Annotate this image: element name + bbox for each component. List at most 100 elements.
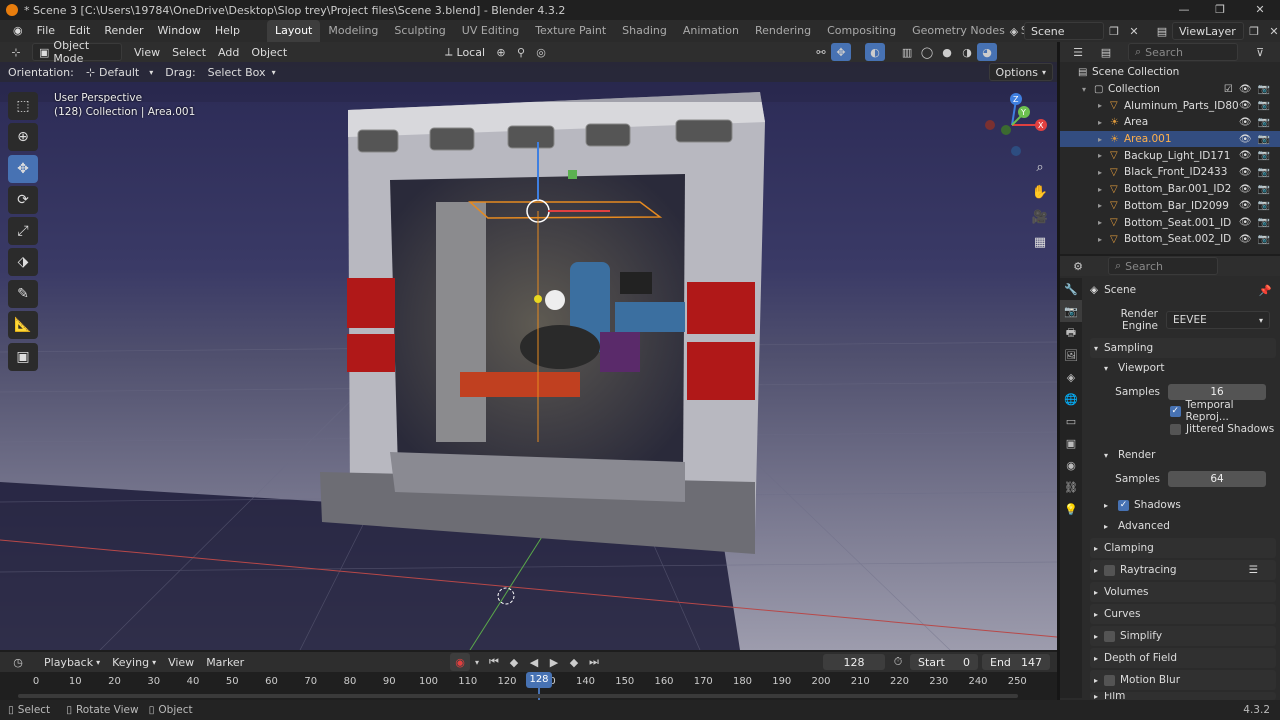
viewport-samples-field[interactable]: 16 bbox=[1168, 384, 1266, 400]
grid-perspective-icon[interactable]: ▦ bbox=[1030, 235, 1050, 257]
render-engine-dropdown[interactable]: EEVEE ▾ bbox=[1166, 311, 1270, 329]
panel-volumes[interactable]: ▸ Volumes bbox=[1090, 582, 1276, 602]
jittered-shadows-row[interactable]: Jittered Shadows bbox=[1090, 419, 1276, 439]
viewlayer-copy-icon[interactable]: ❐ bbox=[1244, 22, 1264, 40]
scene-remove-icon[interactable]: ✕ bbox=[1124, 22, 1144, 40]
menu-help[interactable]: Help bbox=[208, 20, 247, 42]
expand-arrow-icon[interactable]: ▸ bbox=[1098, 185, 1110, 194]
row-visibility-icons[interactable]: 👁📷 bbox=[1239, 217, 1276, 228]
scene-icon[interactable]: ◈ bbox=[1004, 22, 1024, 40]
transform-tool-icon[interactable]: ⬗ bbox=[8, 248, 38, 276]
area-divider[interactable] bbox=[1057, 42, 1060, 700]
pin-icon[interactable]: 📌 bbox=[1259, 284, 1272, 297]
tab-sculpting[interactable]: Sculpting bbox=[386, 20, 453, 42]
row-visibility-icons[interactable]: 👁📷 bbox=[1239, 200, 1276, 211]
scene-field[interactable]: Scene bbox=[1024, 22, 1104, 40]
view-layer-tab-icon[interactable]: 🖼 bbox=[1060, 344, 1082, 366]
blender-menu-icon[interactable]: ◉ bbox=[6, 20, 30, 42]
checkbox-unchecked-icon[interactable] bbox=[1170, 423, 1181, 435]
panel-sampling[interactable]: ▾ Sampling bbox=[1090, 338, 1276, 358]
playhead-frame-indicator[interactable]: 128 bbox=[526, 672, 552, 688]
tab-modeling[interactable]: Modeling bbox=[320, 20, 386, 42]
proportional-edit-icon[interactable]: ◎ bbox=[531, 43, 551, 61]
outliner-editor-icon[interactable]: ☰ bbox=[1068, 43, 1088, 61]
viewlayer-icon[interactable]: ▤ bbox=[1152, 22, 1172, 40]
cursor-tool-icon[interactable]: ⊕ bbox=[8, 123, 38, 151]
overlay-toggle-icon[interactable]: ◐ bbox=[865, 43, 886, 61]
outliner-row-object[interactable]: ▸ ▽ Bottom_Bar_ID2099 👁📷 bbox=[1060, 198, 1280, 215]
checkbox-checked-icon[interactable]: ✓ bbox=[1170, 405, 1181, 417]
render-samples-field[interactable]: 64 bbox=[1168, 471, 1266, 487]
timeline-track-area[interactable]: 0102030405060708090100110120130140150160… bbox=[0, 672, 1057, 700]
outliner-search[interactable]: ⌕ Search bbox=[1128, 43, 1238, 61]
shading-rendered-icon[interactable]: ◕ bbox=[977, 43, 998, 61]
expand-arrow-icon[interactable]: ▸ bbox=[1098, 201, 1110, 210]
tab-shading[interactable]: Shading bbox=[614, 20, 675, 42]
checkbox-unchecked-icon[interactable] bbox=[1104, 630, 1115, 642]
mode-dropdown[interactable]: ▣ Object Mode bbox=[32, 39, 122, 65]
list-icon[interactable]: ☰ bbox=[1249, 564, 1258, 576]
rotate-tool-icon[interactable]: ⟳ bbox=[8, 186, 38, 214]
pivot-point-icon[interactable]: ⊕ bbox=[491, 43, 511, 61]
outliner-row-collection[interactable]: ▾ ▢ Collection ☑👁📷 bbox=[1060, 81, 1280, 98]
row-visibility-icons[interactable]: 👁📷 bbox=[1239, 150, 1276, 161]
row-visibility-icons[interactable]: 👁📷 bbox=[1239, 100, 1276, 111]
row-visibility-icons[interactable]: 👁📷 bbox=[1239, 234, 1276, 245]
expand-arrow-icon[interactable]: ▸ bbox=[1098, 168, 1110, 177]
object-tab-icon[interactable]: ▣ bbox=[1060, 432, 1082, 454]
row-visibility-icons[interactable]: 👁📷 bbox=[1239, 184, 1276, 195]
viewlayer-remove-icon[interactable]: ✕ bbox=[1264, 22, 1280, 40]
subpanel-render[interactable]: ▾ Render bbox=[1090, 445, 1276, 465]
outliner-row-object[interactable]: ▸ ▽ Bottom_Seat.002_ID 👁📷 bbox=[1060, 231, 1280, 248]
outliner-row-object-selected[interactable]: ▸ ☀ Area.001 👁📷 bbox=[1060, 130, 1280, 148]
minimize-button[interactable]: — bbox=[1164, 0, 1204, 20]
camera-icon[interactable]: 🎥 bbox=[1030, 210, 1050, 232]
properties-search[interactable]: ⌕ Search bbox=[1108, 257, 1218, 275]
measure-tool-icon[interactable]: 📐 bbox=[8, 311, 38, 339]
tab-layout[interactable]: Layout bbox=[266, 20, 321, 42]
row-visibility-icons[interactable]: ☑👁📷 bbox=[1224, 84, 1276, 95]
subpanel-shadows[interactable]: ▸ ✓ Shadows bbox=[1090, 495, 1276, 515]
checkbox-checked-icon[interactable]: ✓ bbox=[1118, 499, 1129, 511]
scene-tab-icon[interactable]: ◈ bbox=[1060, 366, 1082, 388]
expand-arrow-icon[interactable]: ▾ bbox=[1082, 85, 1094, 94]
outliner-row-object[interactable]: ▸ ▽ Backup_Light_ID171 👁📷 bbox=[1060, 147, 1280, 164]
checkbox-unchecked-icon[interactable] bbox=[1104, 674, 1115, 686]
tab-geometry-nodes[interactable]: Geometry Nodes bbox=[904, 20, 1013, 42]
expand-arrow-icon[interactable]: ▸ bbox=[1098, 135, 1110, 144]
maximize-button[interactable]: ❐ bbox=[1200, 0, 1240, 20]
tab-rendering[interactable]: Rendering bbox=[747, 20, 819, 42]
panel-simplify[interactable]: ▸ Simplify bbox=[1090, 626, 1276, 646]
orientation-dropdown[interactable]: ⊹ Default ▾ bbox=[80, 63, 159, 81]
scale-tool-icon[interactable]: ⤢ bbox=[8, 217, 38, 245]
outliner-row-object[interactable]: ▸ ▽ Aluminum_Parts_ID80 👁📷 bbox=[1060, 97, 1280, 114]
viewlayer-field[interactable]: ViewLayer bbox=[1172, 22, 1244, 40]
outliner-row-object[interactable]: ▸ ▽ Bottom_Seat.001_ID 👁📷 bbox=[1060, 214, 1280, 231]
transform-orientation-dropdown[interactable]: ⟂ Local bbox=[439, 43, 491, 61]
panel-depth-of-field[interactable]: ▸ Depth of Field bbox=[1090, 648, 1276, 668]
add-cube-tool-icon[interactable]: ▣ bbox=[8, 343, 38, 371]
xray-icon[interactable]: ▥ bbox=[897, 43, 917, 61]
data-tab-icon[interactable]: 💡 bbox=[1060, 498, 1082, 520]
panel-curves[interactable]: ▸ Curves bbox=[1090, 604, 1276, 624]
outliner-row-object[interactable]: ▸ ☀ Area 👁📷 bbox=[1060, 114, 1280, 131]
select-box-tool-icon[interactable]: ⬚ bbox=[8, 92, 38, 120]
gizmo-toggle-icon[interactable]: ✥ bbox=[831, 43, 852, 61]
scene-copy-icon[interactable]: ❐ bbox=[1104, 22, 1124, 40]
snap-icon[interactable]: ⚲ bbox=[511, 43, 531, 61]
row-visibility-icons[interactable]: 👁📷 bbox=[1239, 134, 1276, 145]
shading-wireframe-icon[interactable]: ◯ bbox=[917, 43, 937, 61]
tab-compositing[interactable]: Compositing bbox=[819, 20, 904, 42]
row-visibility-icons[interactable]: 👁📷 bbox=[1239, 117, 1276, 128]
collection-tab-icon[interactable]: ▭ bbox=[1060, 410, 1082, 432]
tab-uv-editing[interactable]: UV Editing bbox=[454, 20, 527, 42]
shading-material-icon[interactable]: ◑ bbox=[957, 43, 977, 61]
constraints-tab-icon[interactable]: ⛓ bbox=[1060, 476, 1082, 498]
viewport-menu-select[interactable]: Select bbox=[166, 43, 212, 61]
filter-icon[interactable]: ⊽ bbox=[1250, 43, 1270, 61]
checkbox-unchecked-icon[interactable] bbox=[1104, 564, 1115, 576]
render-tab-icon[interactable]: 📷 bbox=[1060, 300, 1082, 322]
panel-raytracing[interactable]: ▸ Raytracing ☰ bbox=[1090, 560, 1276, 580]
tab-texture-paint[interactable]: Texture Paint bbox=[527, 20, 614, 42]
shading-solid-icon[interactable]: ● bbox=[937, 43, 957, 61]
